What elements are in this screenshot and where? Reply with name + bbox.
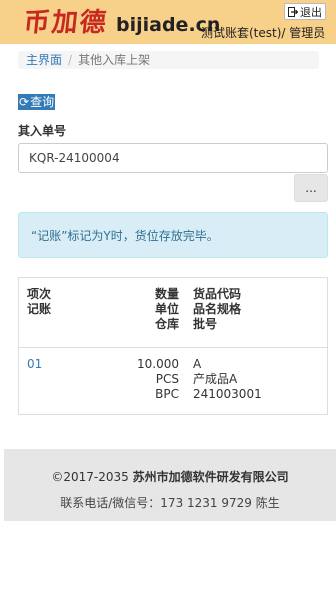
breadcrumb-separator: / xyxy=(68,53,73,67)
header-posted: 记账 xyxy=(27,302,52,316)
header-item-no: 项次 xyxy=(27,287,52,301)
row-batch: 241003001 xyxy=(193,387,262,401)
breadcrumb-home-link[interactable]: 主界面 xyxy=(26,53,62,67)
app-header: 币加德 bijiade.cn 测试账套(test)/ 管理员 退出 xyxy=(0,0,336,44)
logout-icon xyxy=(288,6,299,17)
header-product-name: 品名规格 xyxy=(193,302,242,316)
row-product-name: 产成品A xyxy=(193,372,238,386)
breadcrumb: 主界面 / 其他入库上架 xyxy=(18,51,319,69)
page-footer: ©2017-2035 苏州市加德软件研发有限公司 联系电话/微信号：173 12… xyxy=(4,449,336,521)
putaway-table: 项次 记账 数量 单位 仓库 货品代码 品名规格 批号 01 10.000 PC… xyxy=(18,277,328,415)
row-qty: 10.000 xyxy=(137,357,179,371)
user-account-info: 测试账套(test)/ 管理员 xyxy=(201,26,326,40)
footer-company: 苏州市加德软件研发有限公司 xyxy=(132,470,289,484)
row-qty-cell: 10.000 PCS BPC xyxy=(137,357,179,402)
info-alert: “记账”标记为Y时，货位存放完毕。 xyxy=(18,212,328,258)
logo-chinese: 币加德 xyxy=(22,8,110,38)
header-product-code: 货品代码 xyxy=(193,287,242,301)
order-number-input[interactable] xyxy=(18,143,328,173)
logout-button[interactable]: 退出 xyxy=(284,3,326,20)
header-qty: 数量 xyxy=(154,287,179,301)
more-button[interactable]: ... xyxy=(294,174,328,202)
query-button-label: 查询 xyxy=(30,95,55,109)
breadcrumb-current: 其他入库上架 xyxy=(78,53,151,67)
table-header: 项次 记账 数量 单位 仓库 货品代码 品名规格 批号 xyxy=(19,278,327,348)
footer-contact: 联系电话/微信号：173 1231 9729 陈生 xyxy=(60,496,280,510)
header-warehouse: 仓库 xyxy=(154,317,179,331)
header-col-item: 项次 记账 xyxy=(27,287,51,317)
order-number-label: 其入单号 xyxy=(18,124,67,138)
row-product-cell: A 产成品A 241003001 xyxy=(193,357,262,402)
header-batch: 批号 xyxy=(193,317,218,331)
refresh-icon: ⟳ xyxy=(19,95,30,109)
header-col-qty: 数量 单位 仓库 xyxy=(155,287,179,332)
row-warehouse: BPC xyxy=(155,387,179,401)
row-item-cell: 01 xyxy=(27,357,42,372)
row-item-no-link[interactable]: 01 xyxy=(27,357,42,372)
header-col-product: 货品代码 品名规格 批号 xyxy=(193,287,241,332)
query-button[interactable]: ⟳ 查询 xyxy=(18,94,56,110)
row-product-code: A xyxy=(193,357,202,371)
footer-copyright: ©2017-2035 xyxy=(51,470,129,484)
header-unit: 单位 xyxy=(154,302,179,316)
footer-copyright-line: ©2017-2035 苏州市加德软件研发有限公司 xyxy=(4,468,336,485)
logout-label: 退出 xyxy=(300,5,322,19)
row-unit: PCS xyxy=(155,372,179,386)
